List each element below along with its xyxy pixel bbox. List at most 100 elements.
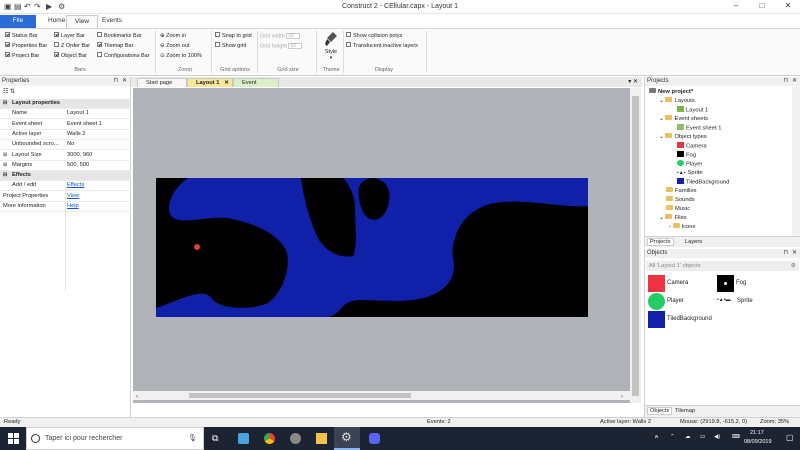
show-grid-checkbox[interactable]: Show grid	[215, 42, 246, 49]
grid-width-field[interactable]: Grid width 32	[260, 33, 301, 39]
minimize-button[interactable]: –	[726, 1, 746, 13]
zoom-out-button[interactable]: ⊖ Zoom out	[160, 43, 189, 49]
tree-player[interactable]: Player	[677, 160, 702, 168]
property-row[interactable]: Event sheet Event sheet 1	[0, 120, 131, 129]
windows-start-icon[interactable]	[8, 433, 19, 444]
project-root[interactable]: New project*	[649, 88, 693, 95]
object-camera-label[interactable]: Camera	[667, 280, 688, 286]
expand-icon[interactable]: ⊞	[3, 151, 7, 160]
configurations-bar-checkbox[interactable]: Configurations Bar	[97, 52, 150, 59]
object-tiledbackground-thumb[interactable]	[648, 311, 665, 328]
show-collision-polys-checkbox[interactable]: Show collision polys	[346, 32, 402, 39]
tree-event-sheet-1[interactable]: Event sheet 1	[677, 124, 721, 132]
tree-tiledbackground[interactable]: TiledBackground	[677, 178, 729, 186]
pin-icon[interactable]: ⊓	[113, 77, 118, 86]
pin-icon[interactable]: ⊓	[783, 77, 788, 86]
object-camera-thumb[interactable]	[648, 275, 665, 292]
tab-event-sheet-1[interactable]: Event sheet 1	[233, 78, 279, 95]
task-view-icon[interactable]: ⧉	[212, 433, 218, 444]
property-value[interactable]: No	[67, 140, 74, 149]
z-order-bar-checkbox[interactable]: Z Order Bar	[54, 42, 90, 49]
horizontal-scrollbar-thumb[interactable]	[189, 393, 411, 398]
maximize-button[interactable]: □	[752, 1, 772, 13]
tree-icons[interactable]: › Icons	[669, 223, 695, 230]
cloud-icon[interactable]: ☁	[685, 434, 691, 440]
close-icon[interactable]: ✕	[122, 77, 127, 86]
close-tab-icon[interactable]: ✕	[224, 79, 229, 88]
tilemap-bar-checkbox[interactable]: Tilemap Bar	[97, 42, 133, 49]
property-row[interactable]: Project Properties View	[0, 192, 131, 201]
property-row[interactable]: Add / edit Effects	[0, 181, 131, 190]
object-sprite-label[interactable]: Sprite	[737, 298, 753, 304]
layout-canvas[interactable]: ‹ ›	[133, 88, 630, 403]
tree-sounds[interactable]: Sounds	[666, 196, 695, 203]
pin-icon[interactable]: ⊓	[783, 249, 788, 258]
tab-list-dropdown-icon[interactable]: ▾ ✕	[628, 78, 638, 85]
objects-filter[interactable]: All 'Layout 1' objects ⚙	[646, 261, 799, 271]
property-value[interactable]: 500, 500	[67, 161, 89, 170]
volume-icon[interactable]: ◀)	[714, 434, 720, 440]
categorized-icon[interactable]: ☷ ⇅	[3, 88, 15, 95]
property-section[interactable]: ⊟ Layout properties	[0, 99, 131, 108]
sort-az-icon[interactable]: ⇅	[10, 89, 15, 95]
tab-start-page[interactable]: Start page	[137, 78, 187, 87]
discord-icon[interactable]	[369, 433, 380, 444]
layer-bar-checkbox[interactable]: Layer Bar	[54, 32, 85, 39]
collapse-icon[interactable]: ⊟	[3, 171, 7, 180]
status-bar-checkbox[interactable]: Status Bar	[5, 32, 38, 39]
app-icon-taskbar[interactable]	[290, 433, 301, 444]
property-value[interactable]: Layout 1	[67, 109, 89, 118]
tab-objects[interactable]: Objects	[647, 407, 673, 415]
tree-files[interactable]: ⌄ Files	[659, 214, 687, 221]
property-row[interactable]: Active layer Walls 2	[0, 130, 131, 139]
grid-height-field[interactable]: Grid height 32	[260, 43, 303, 49]
zoom-100-button[interactable]: ⊙ Zoom to 100%	[160, 53, 202, 59]
clock-date[interactable]: 08/09/2019	[744, 439, 772, 445]
translucent-inactive-layers-checkbox[interactable]: Translucent inactive layers	[346, 42, 418, 49]
project-bar-checkbox[interactable]: Project Bar	[5, 52, 39, 59]
network-icon[interactable]: ▭	[700, 434, 705, 440]
object-fog-label[interactable]: Fog	[736, 280, 746, 286]
tree-object-types[interactable]: ⌄ Object types	[659, 133, 707, 140]
object-sprite-thumb[interactable]: ▪▲▪▬	[717, 297, 731, 303]
expand-icon[interactable]: ⊞	[3, 161, 7, 170]
tree-event-sheets[interactable]: ⌄ Event sheets	[659, 115, 708, 122]
tree-layout-1[interactable]: Layout 1	[677, 106, 708, 114]
scroll-left-icon[interactable]: ‹	[136, 394, 138, 400]
property-value[interactable]: 3000, 960	[67, 151, 92, 160]
projects-scrollbar[interactable]	[792, 87, 800, 237]
object-player-label[interactable]: Player	[667, 298, 684, 304]
object-player-thumb[interactable]	[648, 293, 665, 310]
close-icon[interactable]: ✕	[792, 249, 797, 258]
tab-layout-1[interactable]: Layout 1 ✕	[187, 78, 233, 87]
property-row[interactable]: Name Layout 1	[0, 109, 131, 118]
app-icon-taskbar[interactable]	[238, 433, 249, 444]
microphone-icon[interactable]: 🎙	[188, 428, 197, 449]
property-row[interactable]: ⊞ Layout Size 3000, 960	[0, 151, 131, 160]
style-button[interactable]: Style ▾	[322, 31, 340, 61]
tree-sprite[interactable]: ▪▲▪ Sprite	[677, 170, 703, 176]
tab-file[interactable]: File	[0, 15, 36, 28]
tab-tilemap[interactable]: Tilemap	[675, 408, 695, 414]
close-button[interactable]: ✕	[778, 1, 798, 13]
people-icon[interactable]: ጰ	[655, 434, 658, 441]
tree-camera[interactable]: Camera	[677, 142, 707, 150]
tree-fog[interactable]: Fog	[677, 151, 696, 159]
chevron-up-icon[interactable]: ⌃	[670, 434, 675, 440]
zoom-in-button[interactable]: ⊕ Zoom in	[160, 33, 186, 39]
tree-music[interactable]: Music	[666, 205, 690, 212]
object-tiledbackground-label[interactable]: TiledBackground	[667, 316, 712, 322]
property-row[interactable]: ⊞ Margins 500, 500	[0, 161, 131, 170]
property-section[interactable]: ⊟ Effects	[0, 171, 131, 181]
property-link[interactable]: Effects	[67, 181, 84, 190]
property-value[interactable]: Event sheet 1	[67, 120, 102, 129]
property-row[interactable]: More information Help	[0, 202, 131, 211]
vertical-scrollbar-thumb[interactable]	[632, 96, 639, 396]
settings-icon[interactable]: ⚙	[791, 261, 796, 271]
taskbar-search[interactable]: Taper ici pour rechercher 🎙	[26, 427, 204, 450]
clock-time[interactable]: 21:17	[750, 430, 764, 436]
object-fog-thumb[interactable]	[717, 275, 734, 292]
scroll-right-icon[interactable]: ›	[621, 394, 623, 400]
property-link[interactable]: Help	[67, 202, 79, 211]
notifications-icon[interactable]: ▢	[786, 433, 794, 442]
